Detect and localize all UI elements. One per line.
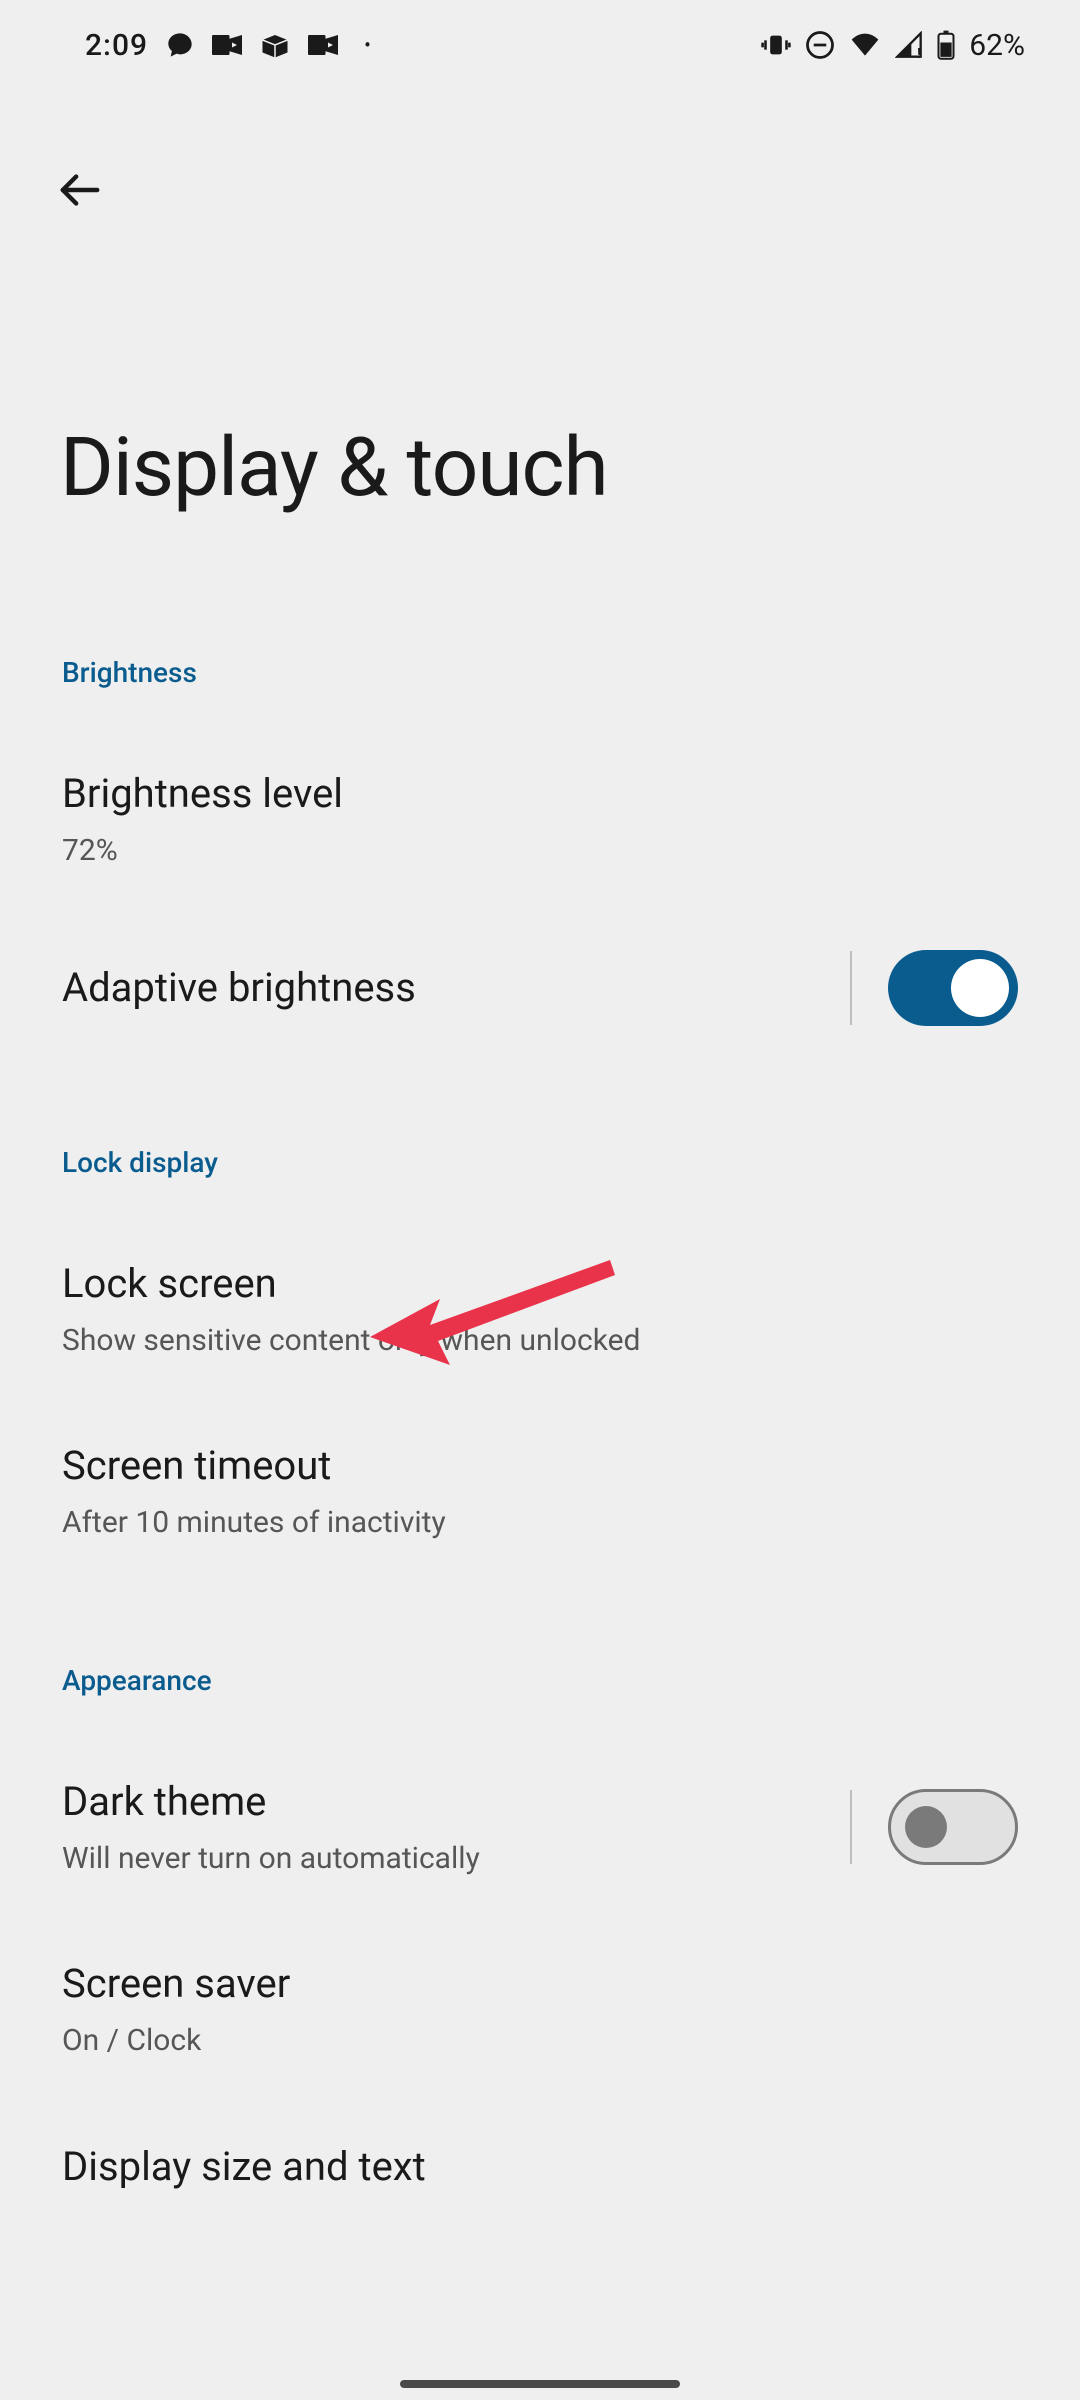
switch-thumb <box>951 959 1009 1017</box>
chat-bubble-icon <box>166 31 194 59</box>
dark-theme-text: Dark theme Will never turn on automatica… <box>62 1775 850 1880</box>
status-time: 2:09 <box>85 28 148 63</box>
display-size-text: Display size and text <box>62 2140 1018 2194</box>
dark-theme-subtitle: Will never turn on automatically <box>62 1839 850 1880</box>
screen-timeout-title: Screen timeout <box>62 1439 1018 1493</box>
wifi-icon <box>849 31 881 59</box>
brightness-level-title: Brightness level <box>62 767 1018 821</box>
dark-theme-row[interactable]: Dark theme Will never turn on automatica… <box>0 1775 1080 1880</box>
adaptive-brightness-toggle-wrap <box>850 950 1018 1026</box>
vibrate-icon <box>761 31 791 59</box>
battery-icon <box>937 30 955 60</box>
screen-timeout-subtitle: After 10 minutes of inactivity <box>62 1503 1018 1544</box>
status-left: 2:09 • <box>85 28 371 63</box>
lock-screen-text: Lock screen Show sensitive content only … <box>62 1257 1018 1362</box>
outlook-icon <box>212 32 242 58</box>
screen-saver-row[interactable]: Screen saver On / Clock <box>0 1957 1080 2062</box>
status-right: ! 62% <box>761 28 1025 63</box>
package-icon <box>260 32 290 58</box>
section-header-lockdisplay: Lock display <box>62 1146 1080 1179</box>
svg-text:!: ! <box>917 46 921 59</box>
page-title: Display & touch <box>60 420 1080 516</box>
screen-saver-text: Screen saver On / Clock <box>62 1957 1018 2062</box>
arrow-left-icon <box>57 167 103 213</box>
battery-percent: 62% <box>969 28 1025 63</box>
lock-screen-title: Lock screen <box>62 1257 1018 1311</box>
divider <box>850 951 852 1025</box>
dark-theme-switch[interactable] <box>888 1789 1018 1865</box>
home-indicator[interactable] <box>400 2380 680 2388</box>
adaptive-brightness-row[interactable]: Adaptive brightness <box>0 950 1080 1026</box>
adaptive-brightness-title: Adaptive brightness <box>62 961 850 1015</box>
display-size-row[interactable]: Display size and text <box>0 2140 1080 2194</box>
display-size-title: Display size and text <box>62 2140 1018 2194</box>
lock-screen-row[interactable]: Lock screen Show sensitive content only … <box>0 1257 1080 1362</box>
outlook-icon-2 <box>308 32 338 58</box>
divider <box>850 1790 852 1864</box>
section-header-brightness: Brightness <box>62 656 1080 689</box>
adaptive-brightness-text: Adaptive brightness <box>62 961 850 1015</box>
dark-theme-toggle-wrap <box>850 1789 1018 1865</box>
lock-screen-subtitle: Show sensitive content only when unlocke… <box>62 1321 1018 1362</box>
adaptive-brightness-switch[interactable] <box>888 950 1018 1026</box>
screen-timeout-text: Screen timeout After 10 minutes of inact… <box>62 1439 1018 1544</box>
dot-icon: • <box>364 33 371 57</box>
dark-theme-title: Dark theme <box>62 1775 850 1829</box>
brightness-level-value: 72% <box>62 831 1018 872</box>
section-header-appearance: Appearance <box>62 1664 1080 1697</box>
status-bar: 2:09 • ! 62% <box>0 0 1080 90</box>
switch-thumb <box>905 1806 947 1848</box>
do-not-disturb-icon <box>805 30 835 60</box>
brightness-level-row[interactable]: Brightness level 72% <box>0 767 1080 872</box>
back-button[interactable] <box>40 150 120 230</box>
signal-icon: ! <box>895 31 923 59</box>
brightness-level-text: Brightness level 72% <box>62 767 1018 872</box>
screen-saver-title: Screen saver <box>62 1957 1018 2011</box>
screen-saver-subtitle: On / Clock <box>62 2021 1018 2062</box>
screen-timeout-row[interactable]: Screen timeout After 10 minutes of inact… <box>0 1439 1080 1544</box>
